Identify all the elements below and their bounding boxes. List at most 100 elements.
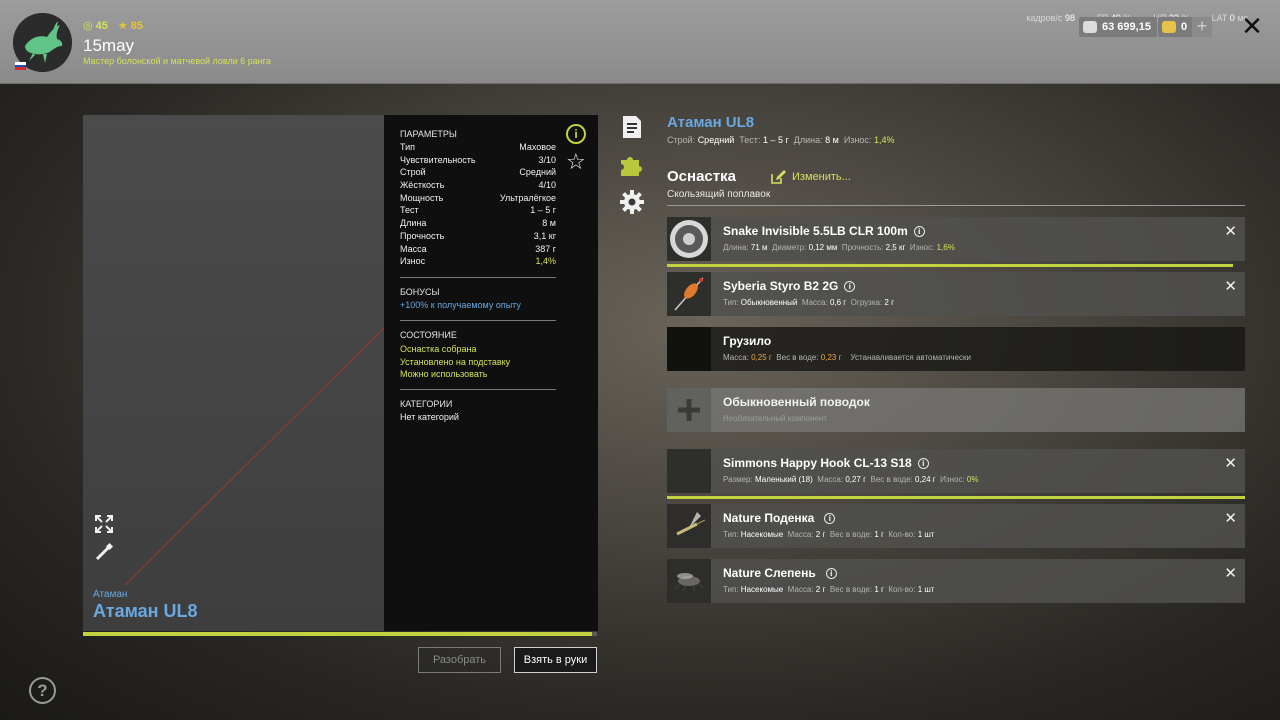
slot-info: Тип: Насекомые Масса: 2 г Вес в воде: 1 …	[723, 530, 935, 539]
horsefly-thumbnail	[667, 559, 711, 603]
rod-brand: Атаман	[93, 589, 128, 600]
rod-summary: Строй: Средний Тест: 1 – 5 г Длина: 8 м …	[667, 135, 895, 145]
help-icon[interactable]: ?	[29, 677, 56, 704]
params-title: ПАРАМЕТРЫ	[400, 129, 457, 139]
param-value: 387 г	[535, 243, 556, 254]
expand-icon[interactable]	[93, 514, 115, 536]
slot-name: Nature Поденка i	[723, 511, 836, 525]
float-thumbnail	[667, 272, 711, 316]
slot-name: Snake Invisible 5.5LB CLR 100m i	[723, 224, 925, 238]
gold-currency: 0	[1158, 17, 1194, 37]
rod-durability-bar	[83, 632, 597, 636]
line-durability-bar	[667, 264, 1233, 267]
info-icon[interactable]: i	[913, 225, 925, 237]
add-icon[interactable]	[667, 388, 711, 432]
param-key: Масса	[400, 243, 427, 254]
silver-currency: 63 699,15	[1079, 17, 1157, 37]
slot-leader[interactable]: Обыкновенный поводок Необязательный комп…	[667, 388, 1245, 432]
param-key: Мощность	[400, 192, 444, 203]
state-title: СОСТОЯНИЕ	[400, 329, 457, 340]
favorite-star-icon[interactable]: ☆	[566, 151, 588, 173]
slot-name: Обыкновенный поводок	[723, 395, 870, 409]
param-key: Тип	[400, 142, 416, 152]
info-icon[interactable]: i	[824, 512, 836, 524]
bonus-text: +100% к получаемому опыту	[400, 299, 521, 310]
rod-preview[interactable]: Атаман Атаман UL8	[83, 115, 385, 631]
gold-coins-icon	[1162, 21, 1176, 33]
param-value: Маховое	[519, 142, 556, 152]
param-row: Масса 387 г	[400, 244, 556, 257]
categories-title: КАТЕГОРИИ	[400, 398, 453, 409]
preview-side-icons: i ☆	[566, 124, 588, 173]
gear-icon[interactable]	[619, 189, 645, 215]
info-icon[interactable]: i	[844, 280, 856, 292]
state-item: Оснастка собрана	[400, 343, 477, 354]
hook-durability-bar	[667, 496, 1245, 499]
rig-type: Скользящий поплавок	[667, 189, 771, 200]
edit-icon	[771, 170, 786, 184]
remove-icon[interactable]: ✕	[1224, 277, 1237, 295]
slot-hook[interactable]: Simmons Happy Hook CL-13 S18 i Размер: Ма…	[667, 449, 1245, 493]
param-row: Жёсткость 4/10	[400, 180, 556, 193]
fps-stat: кадров/с 98	[1026, 13, 1075, 23]
player-rank: Мастер болонской и матчевой ловли 6 ранг…	[83, 56, 271, 66]
param-value: 3/10	[538, 154, 556, 165]
param-row: Износ 1,4%	[400, 256, 556, 269]
param-value: 3,1 кг	[533, 230, 556, 241]
state-item: Можно использовать	[400, 369, 488, 380]
line-spool-thumbnail	[667, 217, 711, 261]
param-value: 1,4%	[535, 256, 556, 267]
slot-sinker[interactable]: Грузило Масса: 0,25 г Вес в воде: 0,23 г…	[667, 327, 1245, 371]
rig-edit-button[interactable]: Изменить...	[771, 170, 851, 184]
divider	[400, 276, 556, 278]
remove-icon[interactable]: ✕	[1224, 222, 1237, 240]
parameters-panel: ПАРАМЕТРЫ Тип Маховое Чувствительность 3/10…	[384, 115, 598, 631]
add-currency-button[interactable]: +	[1192, 17, 1212, 37]
divider	[667, 205, 1245, 206]
remove-icon[interactable]: ✕	[1224, 454, 1237, 472]
rod-image	[124, 326, 385, 586]
state-item: Установлено на подставку	[400, 356, 511, 367]
info-icon[interactable]: i	[825, 567, 837, 579]
param-key: Строй	[400, 167, 426, 178]
param-key: Жёсткость	[400, 180, 445, 191]
rod-tool-icon[interactable]	[93, 542, 115, 564]
param-row: Мощность Ультралёгкое	[400, 193, 556, 206]
categories-text: Нет категорий	[400, 411, 459, 422]
param-key: Износ	[400, 256, 426, 267]
document-icon[interactable]	[619, 114, 645, 140]
silver-coins-icon	[1083, 21, 1097, 33]
param-row: Чувствительность 3/10	[400, 155, 556, 168]
take-in-hands-button[interactable]: Взять в руки	[514, 647, 597, 673]
info-icon[interactable]: i	[566, 124, 586, 144]
rig-title: Оснастка	[667, 168, 736, 185]
slot-name: Simmons Happy Hook CL-13 S18 i	[723, 456, 929, 470]
slot-float[interactable]: Syberia Styro B2 2G i Тип: Обыкновенный М…	[667, 272, 1245, 316]
hook-thumbnail	[667, 449, 711, 493]
params-list: Тип Маховое Чувствительность 3/10 Строй Средн…	[400, 142, 556, 269]
param-row: Прочность 3,1 кг	[400, 231, 556, 244]
rod-title: Атаман UL8	[667, 114, 755, 131]
param-value: Ультралёгкое	[499, 192, 556, 203]
slot-line[interactable]: Snake Invisible 5.5LB CLR 100m i Длина: 7…	[667, 217, 1245, 261]
param-key: Прочность	[400, 230, 445, 241]
close-icon[interactable]: ✕	[1240, 13, 1264, 39]
slot-info: Размер: Маленький (18) Масса: 0,27 г Вес…	[723, 475, 979, 484]
param-value: Средний	[519, 167, 556, 178]
slot-bait-horsefly[interactable]: Nature Слепень i Тип: Насекомые Масса: 2 …	[667, 559, 1245, 603]
slot-info: Тип: Насекомые Масса: 2 г Вес в воде: 1 …	[723, 585, 935, 594]
remove-icon[interactable]: ✕	[1224, 509, 1237, 527]
disassemble-button[interactable]: Разобрать	[418, 647, 501, 673]
slot-name: Грузило	[723, 334, 772, 348]
puzzle-icon[interactable]	[619, 152, 645, 178]
info-icon[interactable]: i	[917, 457, 929, 469]
slot-bait-mayfly[interactable]: Nature Поденка i Тип: Насекомые Масса: 2 …	[667, 504, 1245, 548]
remove-icon[interactable]: ✕	[1224, 564, 1237, 582]
slot-name: Nature Слепень i	[723, 566, 837, 580]
param-key: Чувствительность	[400, 154, 476, 165]
param-value: 8 м	[542, 218, 556, 229]
slot-name: Syberia Styro B2 2G i	[723, 279, 856, 293]
rod-durability-fill	[83, 632, 592, 636]
slot-info: Масса: 0,25 г Вес в воде: 0,23 г Устанав…	[723, 353, 971, 362]
slot-info: Длина: 71 м Диаметр: 0,12 мм Прочность: …	[723, 243, 955, 252]
